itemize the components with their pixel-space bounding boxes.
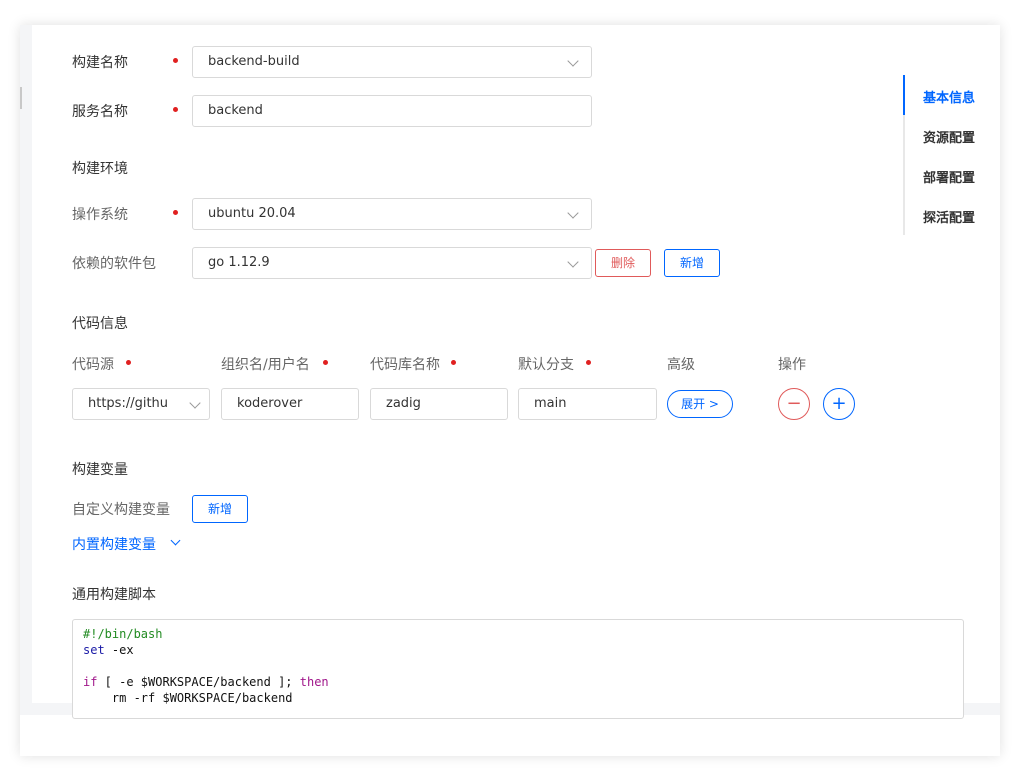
code-text: -ex [104,643,134,657]
repo-value: zadig [386,396,421,411]
code-keyword: if [83,675,98,689]
org-value: koderover [237,396,303,411]
code-text: [ -e $WORKSPACE/backend ]; [97,675,300,689]
service-name-label: 服务名称 [72,104,128,120]
branch-value: main [534,396,567,411]
chevron-down-icon [567,207,579,219]
code-line: #!/bin/bash [83,627,163,641]
anchor-item-probe-config[interactable]: 探活配置 [923,207,975,226]
chevron-down-icon [189,397,201,409]
chevron-down-icon [567,256,579,268]
builtin-vars-toggle[interactable]: 内置构建变量 [72,534,156,554]
os-value: ubuntu 20.04 [208,206,296,221]
required-dot [451,360,456,365]
org-input[interactable]: koderover [221,388,359,420]
add-package-button[interactable]: 新增 [664,249,720,277]
build-script-editor[interactable]: #!/bin/bash set -ex if [ -e $WORKSPACE/b… [72,619,964,719]
required-dot [173,58,178,63]
col-header-source: 代码源 [72,357,114,373]
build-vars-title: 构建变量 [72,462,128,478]
left-strip [20,25,32,703]
delete-package-button[interactable]: 删除 [595,249,651,277]
add-custom-var-button[interactable]: 新增 [192,495,248,523]
col-header-actions: 操作 [778,357,806,373]
scroll-notch [20,87,22,109]
code-info-title: 代码信息 [72,316,128,332]
build-name-select[interactable]: backend-build [192,46,592,78]
anchor-active-indicator [903,75,905,115]
os-select[interactable]: ubuntu 20.04 [192,198,592,230]
expand-advanced-button[interactable]: 展开 > [667,390,733,418]
anchor-item-basic-info[interactable]: 基本信息 [923,87,975,106]
custom-vars-label: 自定义构建变量 [72,502,170,518]
required-dot [173,107,178,112]
service-name-value: backend [208,103,263,118]
code-line: if [ -e $WORKSPACE/backend ]; then [83,674,329,690]
required-dot [586,360,591,365]
packages-select[interactable]: go 1.12.9 [192,247,592,279]
required-dot [323,360,328,365]
required-dot [173,210,178,215]
code-source-value: https://githu [88,396,169,411]
packages-label: 依赖的软件包 [72,256,156,272]
required-dot [126,360,131,365]
anchor-item-deploy-config[interactable]: 部署配置 [923,167,975,186]
remove-repo-button[interactable]: − [778,388,810,420]
repo-input[interactable]: zadig [370,388,508,420]
chevron-down-icon [567,55,579,67]
col-header-advanced: 高级 [667,357,695,373]
code-source-select[interactable]: https://githu [72,388,210,420]
branch-input[interactable]: main [518,388,657,420]
build-name-label: 构建名称 [72,55,128,71]
col-header-org: 组织名/用户名 [221,357,310,373]
anchor-nav: 基本信息 资源配置 部署配置 探活配置 [903,75,983,235]
code-line: set -ex [83,642,134,658]
service-name-input[interactable]: backend [192,95,592,127]
script-title: 通用构建脚本 [72,587,156,603]
col-header-branch: 默认分支 [518,357,574,373]
packages-value: go 1.12.9 [208,255,270,270]
anchor-item-resource-config[interactable]: 资源配置 [923,127,975,146]
os-label: 操作系统 [72,207,128,223]
build-name-value: backend-build [208,54,300,69]
build-env-title: 构建环境 [72,161,128,177]
col-header-repo: 代码库名称 [370,357,440,373]
code-keyword: set [83,643,105,657]
add-repo-button[interactable]: + [823,388,855,420]
code-keyword: then [299,675,329,689]
code-line: rm -rf $WORKSPACE/backend [83,691,293,705]
